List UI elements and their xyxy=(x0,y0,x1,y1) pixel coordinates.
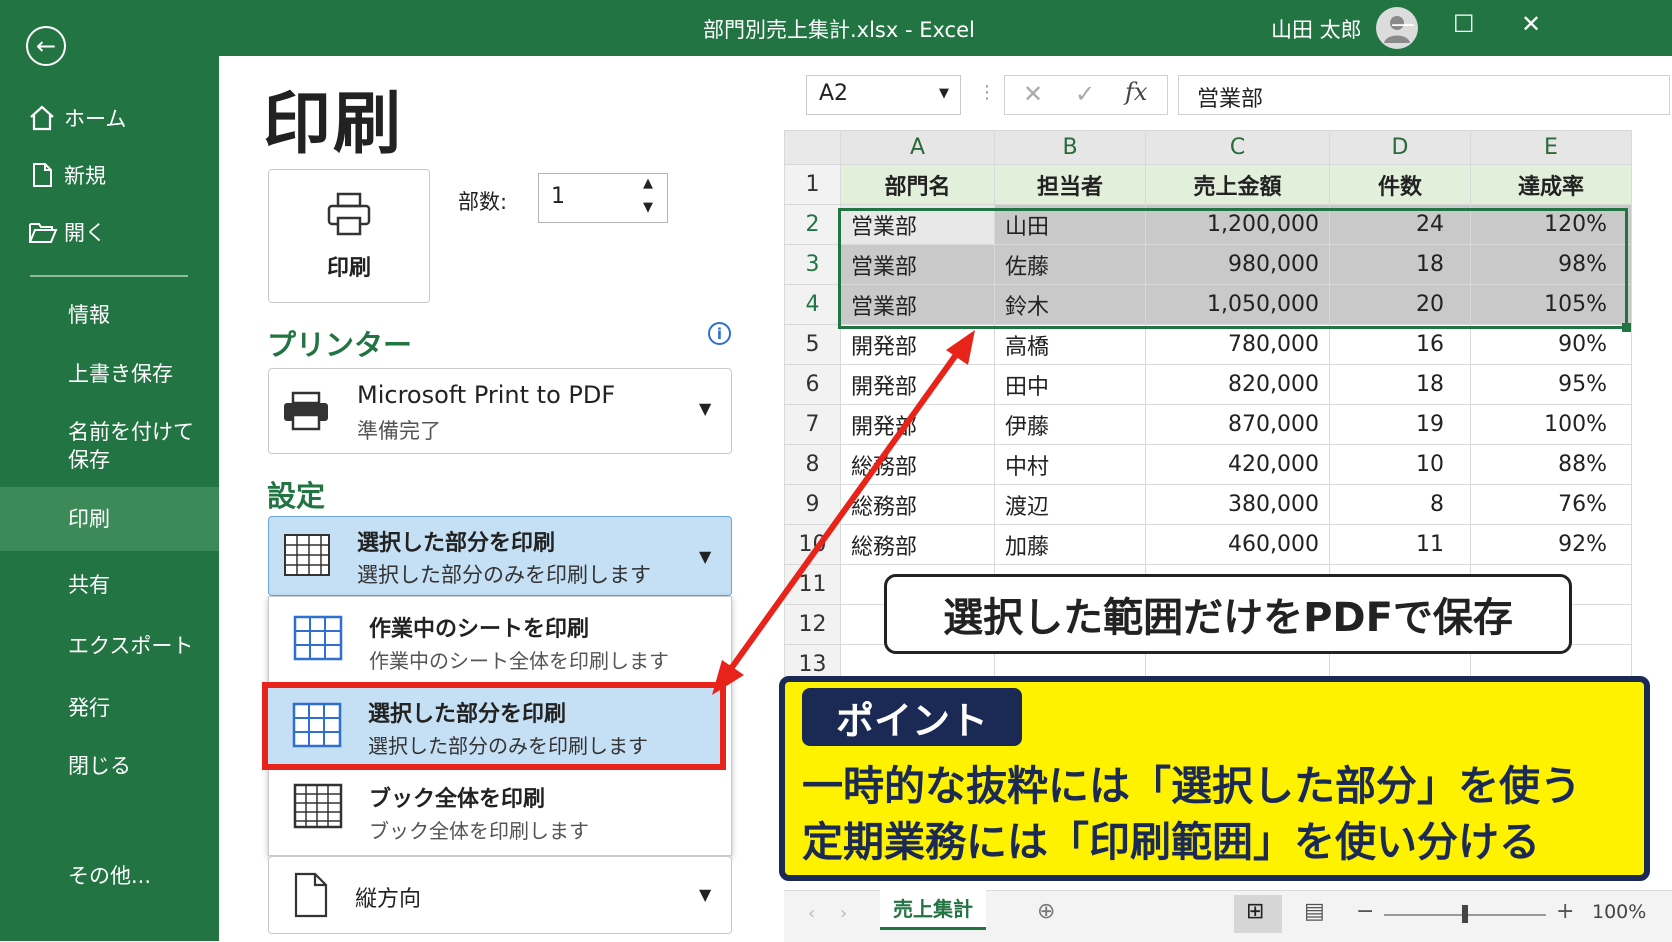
sheet-tab[interactable]: 売上集計 xyxy=(880,888,986,930)
prev-sheet-icon[interactable]: ‹ xyxy=(808,903,815,924)
grid-view-icon: ⊞ xyxy=(1246,899,1265,924)
zoom-out-icon[interactable]: − xyxy=(1356,899,1374,924)
arrow-head-icon xyxy=(712,660,744,695)
zoom-slider-thumb[interactable] xyxy=(1462,905,1468,923)
point-line: 一時的な抜粋には「選択した部分」を使う xyxy=(802,762,1581,810)
callout-label: 選択した範囲だけをPDFで保存 xyxy=(884,574,1572,654)
add-sheet-icon[interactable]: ⊕ xyxy=(1037,899,1055,924)
next-sheet-icon[interactable]: › xyxy=(840,903,847,924)
zoom-level[interactable]: 100% xyxy=(1592,901,1646,923)
page-layout-icon[interactable]: ▤ xyxy=(1304,899,1325,924)
point-line: 定期業務には「印刷範囲」を使い分ける xyxy=(802,818,1540,866)
zoom-in-icon[interactable]: + xyxy=(1556,899,1574,924)
point-badge: ポイント xyxy=(802,688,1022,746)
